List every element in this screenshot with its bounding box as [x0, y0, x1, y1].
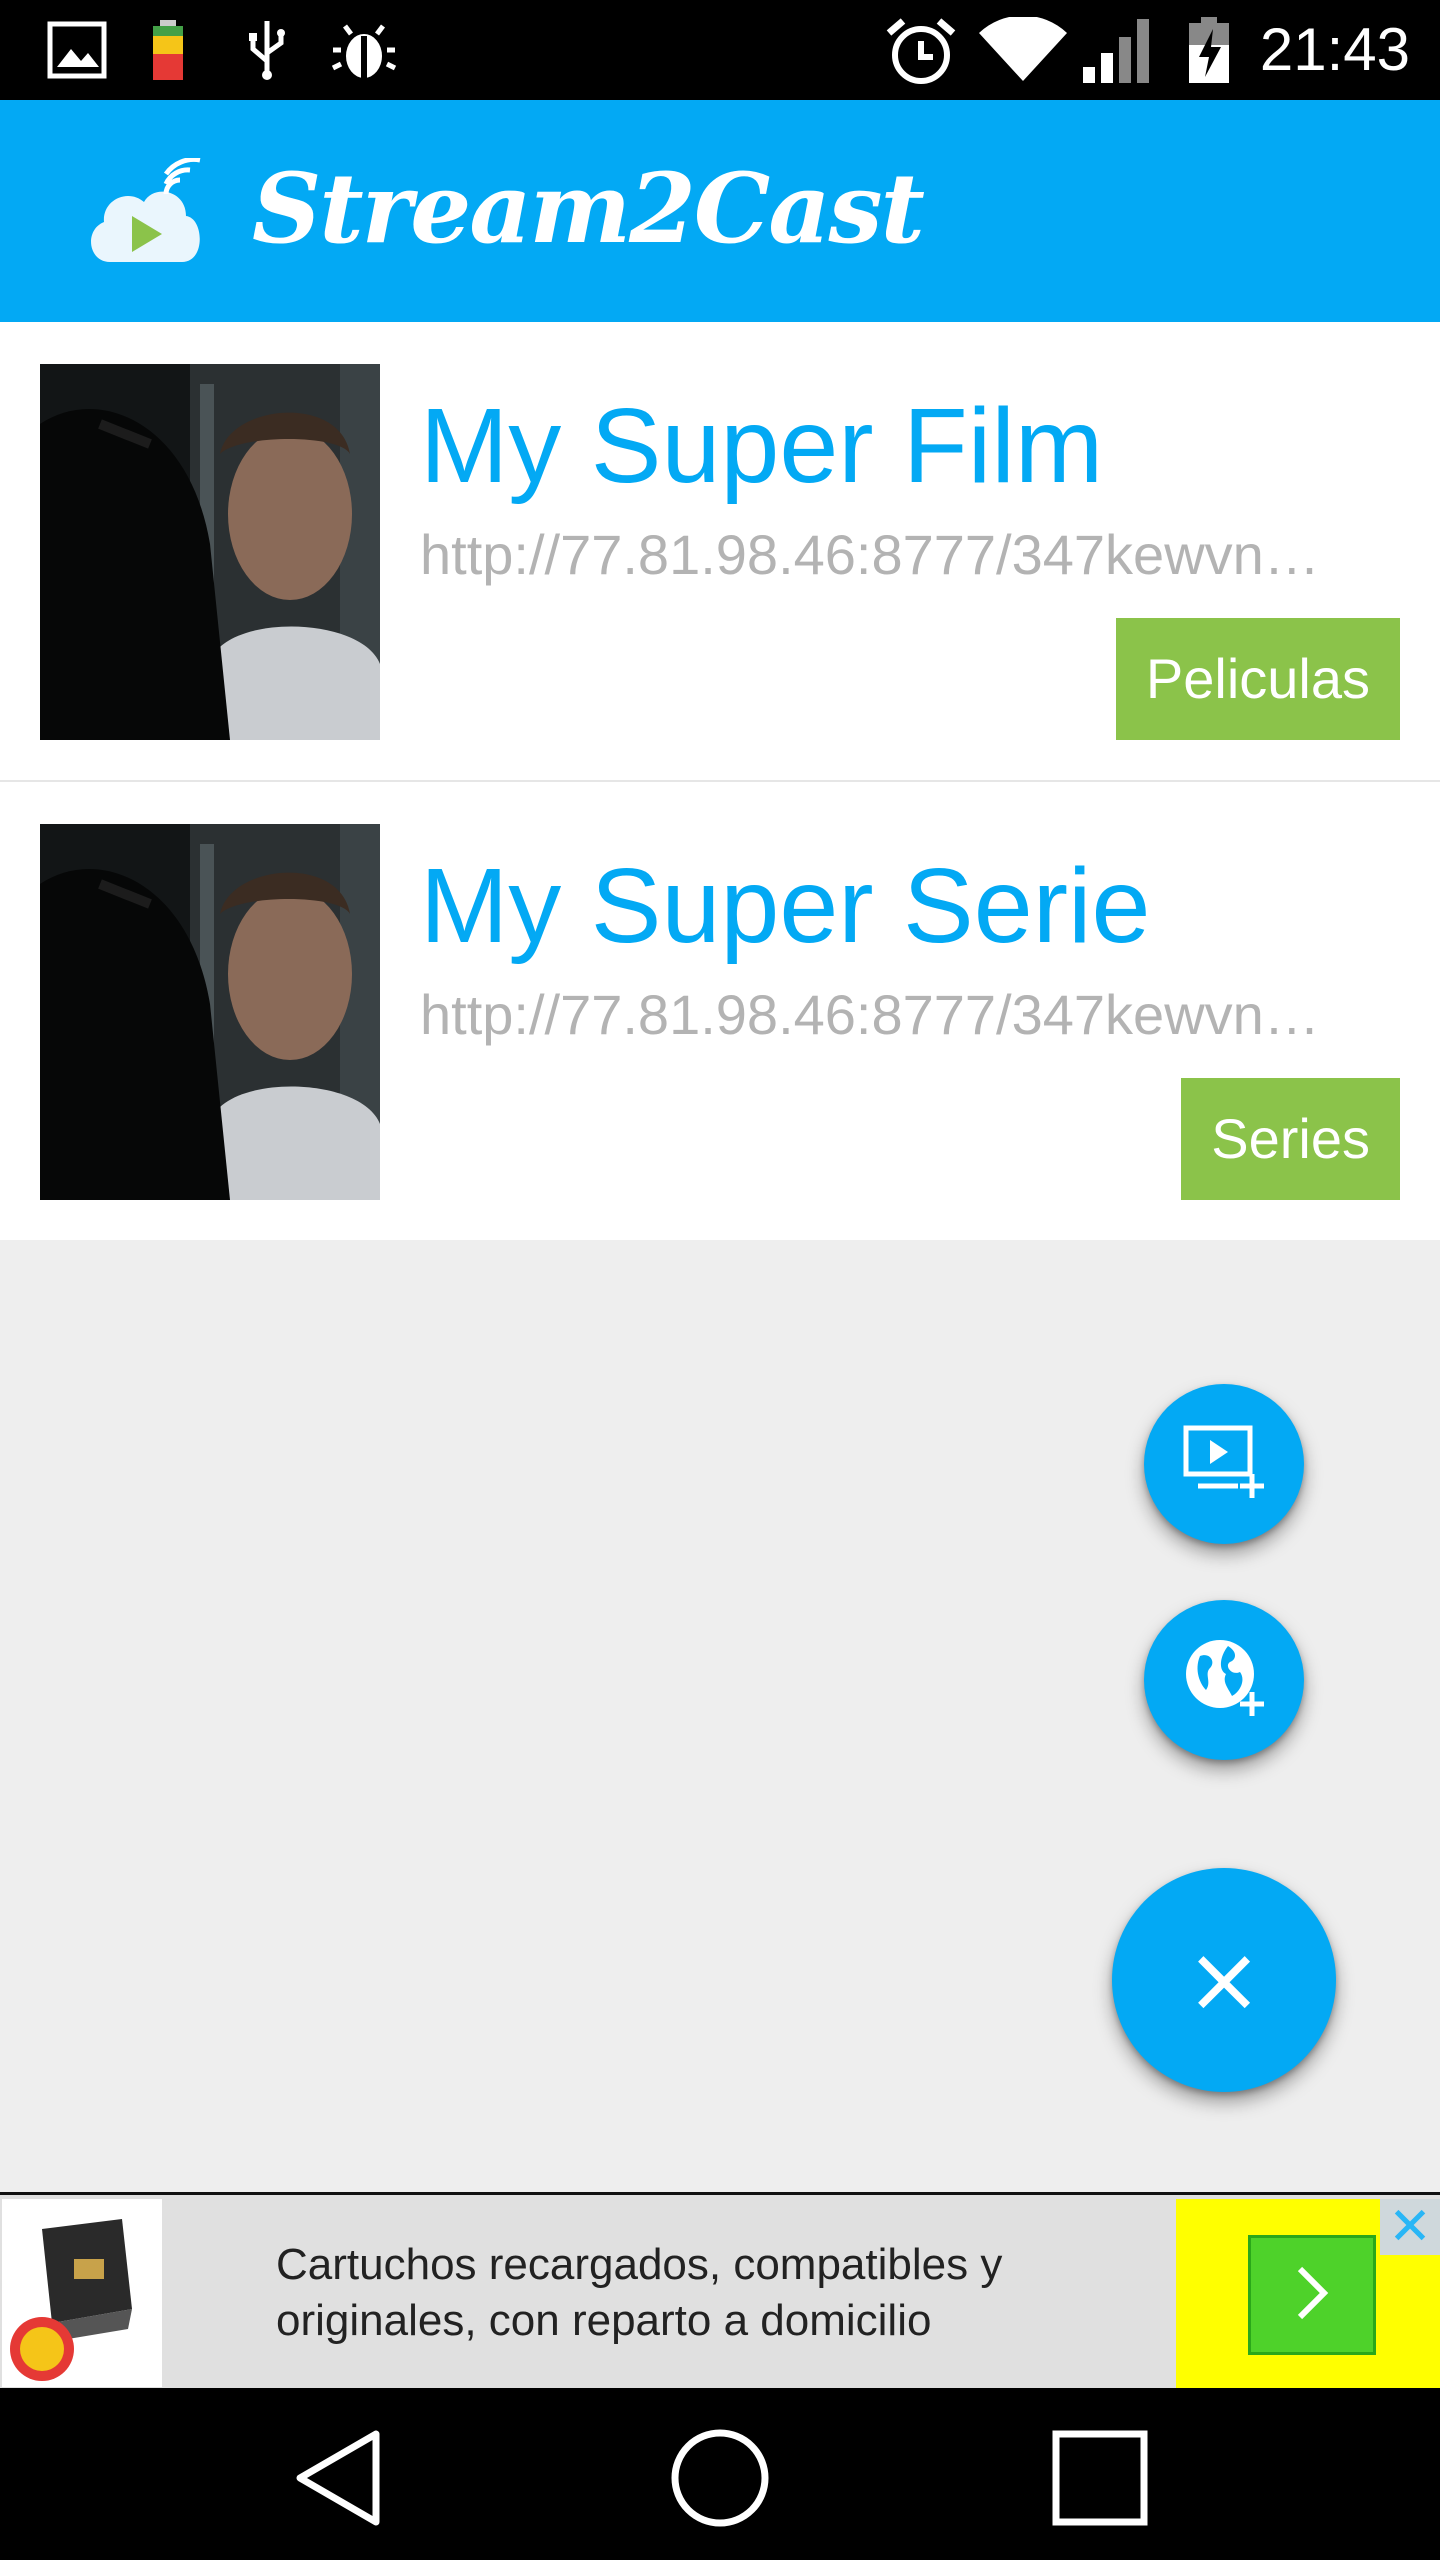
status-bar: 21:43: [0, 0, 1440, 100]
list-item[interactable]: My Super Serie http://77.81.98.46:8777/3…: [0, 782, 1440, 1240]
thumbnail: [40, 824, 380, 1200]
chevron-right-icon: [1292, 2265, 1332, 2326]
battery-charging-icon: [1184, 17, 1234, 83]
home-icon[interactable]: [670, 2428, 770, 2528]
close-icon: ×: [1185, 1926, 1263, 2033]
battery-saver-icon: [148, 18, 188, 82]
close-menu-button[interactable]: ×: [1112, 1868, 1336, 2092]
app-title: Stream2Cast: [252, 152, 925, 265]
debug-icon: [330, 18, 398, 82]
item-url: http://77.81.98.46:8777/347kewvn…: [420, 983, 1320, 1046]
image-icon: [46, 18, 108, 82]
cloud-play-icon: [82, 156, 206, 278]
alarm-icon: [882, 18, 960, 84]
ad-image: [2, 2199, 162, 2387]
ad-cta-button[interactable]: [1248, 2235, 1376, 2355]
add-video-icon: [1182, 1424, 1266, 1505]
back-icon[interactable]: [290, 2428, 390, 2528]
wifi-icon: [976, 17, 1070, 82]
list-item[interactable]: My Super Film http://77.81.98.46:8777/34…: [0, 322, 1440, 782]
add-web-button[interactable]: [1144, 1600, 1304, 1760]
app-bar: Stream2Cast: [0, 100, 1440, 322]
category-tag: Peliculas: [1115, 618, 1400, 740]
usb-icon: [244, 18, 290, 82]
category-tag: Series: [1181, 1078, 1400, 1200]
navigation-bar: [0, 2388, 1440, 2560]
status-time: 21:43: [1259, 16, 1410, 83]
item-title: My Super Serie: [420, 847, 1151, 965]
item-url: http://77.81.98.46:8777/347kewvn…: [420, 523, 1320, 586]
item-title: My Super Film: [420, 387, 1104, 505]
recents-icon[interactable]: [1050, 2428, 1150, 2528]
signal-icon: [1080, 18, 1164, 83]
add-globe-icon: [1182, 1636, 1266, 1725]
add-video-button[interactable]: [1144, 1384, 1304, 1544]
ad-banner[interactable]: Cartuchos recargados, compatibles y orig…: [0, 2192, 1440, 2391]
ad-close-button[interactable]: ✕: [1380, 2199, 1440, 2255]
ad-text: Cartuchos recargados, compatibles y orig…: [276, 2240, 1003, 2345]
media-list: My Super Film http://77.81.98.46:8777/34…: [0, 322, 1440, 1240]
thumbnail: [40, 364, 380, 740]
